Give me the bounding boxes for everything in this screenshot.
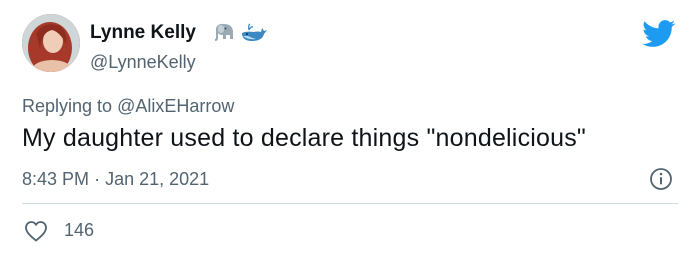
meta-separator: · [94,169,101,189]
twitter-bird-icon[interactable] [642,20,676,48]
info-icon[interactable] [649,167,673,191]
author-handle[interactable]: @LynneKelly [90,52,196,73]
replying-prefix: Replying to [22,96,113,116]
replying-mention-link[interactable]: @AlixEHarrow [117,96,234,116]
tweet-card: Lynne Kelly @LynneKelly Replying to @Ali… [0,0,700,257]
tweet-time: 8:43 PM [22,169,90,189]
tweet-date: Jan 21, 2021 [105,169,210,189]
tweet-timestamp[interactable]: 8:43 PM · Jan 21, 2021 [22,169,209,190]
tweet-text: My daughter used to declare things "nond… [22,124,586,152]
replying-to: Replying to @AlixEHarrow [22,96,234,117]
like-count: 146 [64,220,95,240]
elephant-icon [215,23,233,41]
name-emojis [212,21,268,45]
heart-icon[interactable] [24,220,48,242]
divider [22,203,678,204]
avatar[interactable] [22,14,80,72]
author-name[interactable]: Lynne Kelly [90,22,196,44]
avatar-image [22,14,80,72]
whale-icon [242,23,267,41]
